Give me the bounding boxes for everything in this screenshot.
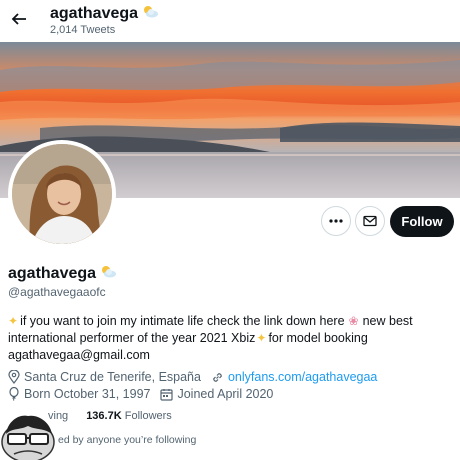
follow-stats: ving 136.7K Followers: [48, 410, 172, 422]
bio-email: agathavegaa@gmail.com: [8, 348, 150, 362]
profile-handle: @agathavegaaofc: [8, 285, 106, 299]
back-arrow-icon[interactable]: [8, 8, 30, 30]
location-text: Santa Cruz de Tenerife, España: [24, 370, 201, 384]
profile-meta-row-1: Santa Cruz de Tenerife, España onlyfans.…: [8, 370, 387, 384]
joined: Joined April 2020: [160, 387, 273, 401]
profile-bio: ✦ if you want to join my intimate life c…: [8, 313, 456, 364]
header-display-name: agathavega: [50, 4, 139, 22]
message-button[interactable]: [355, 206, 385, 236]
profile-meta-row-2: Born October 31, 1997 Joined April 2020: [8, 387, 283, 401]
link-icon: [213, 372, 222, 382]
tweet-count: 2,014 Tweets: [50, 24, 116, 36]
calendar-icon: [160, 388, 174, 401]
bio-line-2: international performer of the year 2021…: [8, 331, 256, 345]
followed-by-text: ed by anyone you’re following: [58, 434, 197, 446]
website-link[interactable]: onlyfans.com/agathavegaa: [228, 370, 377, 384]
bio-line-2b: for model booking: [268, 331, 368, 345]
more-dots-icon: [329, 219, 343, 223]
sun-behind-cloud-icon: [141, 4, 159, 23]
followers-link[interactable]: 136.7K Followers: [86, 410, 172, 422]
bio-line-1: if you want to join my intimate life che…: [20, 314, 345, 328]
sparkles-icon: ✦: [256, 331, 267, 345]
bio-line-1b: new best: [362, 314, 413, 328]
mail-icon: [363, 215, 377, 227]
location-pin-icon: [8, 370, 20, 384]
profile-name: agathavega: [8, 264, 117, 283]
balloon-icon: [9, 387, 19, 401]
website: onlyfans.com/agathavegaa: [211, 370, 377, 384]
flower-icon: ❀: [348, 314, 359, 328]
followers-label: Followers: [124, 410, 172, 422]
follow-button[interactable]: Follow: [390, 206, 454, 237]
more-options-button[interactable]: [321, 206, 351, 236]
location: Santa Cruz de Tenerife, España: [8, 370, 201, 384]
avatar[interactable]: [8, 140, 116, 248]
profile-display-name: agathavega: [8, 264, 97, 282]
followers-count: 136.7K: [86, 410, 122, 422]
birthday: Born October 31, 1997: [8, 387, 150, 401]
sparkles-icon: ✦: [8, 314, 19, 328]
sun-behind-cloud-icon: [99, 264, 117, 283]
top-bar: agathavega 2,014 Tweets: [0, 0, 460, 42]
watermark-mascot-logo: [0, 400, 60, 460]
header-title: agathavega: [50, 4, 159, 23]
birthday-text: Born October 31, 1997: [24, 387, 151, 401]
joined-text: Joined April 2020: [177, 387, 274, 401]
